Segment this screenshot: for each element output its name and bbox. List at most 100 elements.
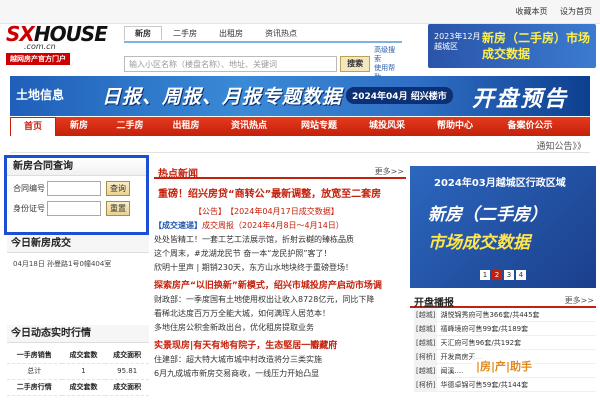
today-stats-title: 今日动态实时行情: [7, 325, 149, 343]
id-number-input[interactable]: [47, 200, 101, 216]
search-tab-rent[interactable]: 出租房: [208, 26, 254, 40]
main-nav: 首页 新房 二手房 出租房 资讯热点 网站专题 城投风采 帮助中心 备案价公示: [10, 117, 590, 136]
today-deals-panel: 今日新房成交 04月18日 孙曼路1号0幢404室: [7, 235, 149, 315]
news-item[interactable]: 6月九成城市新房交易商收，一线压力开始凸显: [154, 368, 406, 379]
top-strip: 收藏本页 设为首页: [0, 0, 600, 24]
table-header-cell: 成交套数: [61, 379, 106, 396]
table-header-cell: 成交套数: [61, 347, 106, 364]
banner-date: 2024年04月 绍兴楼市: [346, 87, 453, 104]
district-label: [柯桥]: [414, 350, 438, 364]
hot-news-panel: 热点新闻 更多>> 重磅！绍兴房贷“商转公”最新调整，放宽至二套房 【公告】 【…: [154, 163, 406, 400]
table-header-cell: 成交面积: [105, 379, 149, 396]
hot-news-header: 热点新闻 更多>>: [154, 163, 406, 180]
opening-broadcast-title: 开盘播报: [414, 298, 454, 309]
nav-news[interactable]: 资讯热点: [214, 117, 284, 136]
nav-price-filing[interactable]: 备案价公示: [490, 117, 570, 136]
slider-page-1[interactable]: 1: [480, 270, 490, 280]
banner-opening: 开盘预告: [472, 87, 569, 112]
top-ad-banner[interactable]: 2023年12月 越城区 新房（二手房）市场 成交数据: [428, 24, 596, 68]
site-logo[interactable]: SXHOUSE .com.cn 越网房产官方门户: [6, 22, 116, 68]
news-item[interactable]: 看稀北达度百万万全能大城，如何满珲人居范本！: [154, 308, 406, 319]
opening-broadcast-more-link[interactable]: 更多>>: [565, 295, 594, 306]
watermark: |房|产|助手: [472, 356, 537, 376]
news-subheadline[interactable]: 探索房产“以旧换新”新模式，绍兴市城投房产启动市场调: [154, 278, 406, 291]
list-item-text: 湖悦锦秀府可售366套/共445套: [440, 311, 540, 319]
slider-pager: 1 2 3 4: [480, 270, 528, 280]
table-cell: 95.81: [105, 363, 149, 380]
logo-slogan: 越网房产官方门户: [6, 53, 70, 65]
right-ad-title-1: 新房（二手房）: [428, 205, 547, 225]
slider-page-4[interactable]: 4: [516, 270, 526, 280]
news-subheadline[interactable]: 实景现房|有天有地有院子，生态堅居一瓣藏府: [154, 338, 406, 351]
reset-button[interactable]: 重置: [106, 200, 130, 216]
table-row: 一手房销售 成交套数 成交面积: [7, 347, 149, 364]
slider-page-2[interactable]: 2: [492, 270, 502, 280]
list-item[interactable]: [越城] 天汇府可售96套/共192套: [414, 336, 596, 350]
table-header-cell: 一手房销售: [7, 347, 62, 364]
search-tab-new[interactable]: 新房: [124, 26, 162, 40]
nav-home[interactable]: 首页: [10, 117, 56, 136]
news-item[interactable]: 住建部：超大特大城市城中村改造将分三类实施: [154, 354, 406, 365]
id-number-row: 身份证号 重置: [13, 200, 146, 216]
news-headline[interactable]: 重磅！绍兴房贷“商转公”最新调整，放宽至二套房: [158, 185, 406, 200]
page: 收藏本页 设为首页 SXHOUSE .com.cn 越网房产官方门户 新房 二手…: [0, 0, 600, 400]
opening-broadcast-panel: 开盘播报 更多>> [越城] 湖悦锦秀府可售366套/共445套 [越城] 禧峰境府…: [410, 292, 596, 400]
list-item[interactable]: [越城] 湖悦锦秀府可售366套/共445套: [414, 308, 596, 322]
search-input[interactable]: 输入小区名称（楼盘名称）、地址、关键词: [124, 56, 338, 72]
main-banner[interactable]: 土地信息 日报、周报、月报专题数据 2024年04月 绍兴楼市 开盘预告: [10, 76, 590, 116]
hot-news-title: 热点新闻: [158, 169, 198, 180]
set-homepage-link[interactable]: 设为首页: [560, 7, 592, 16]
table-header-cell: 二手房行情: [7, 379, 62, 396]
search-tab-second[interactable]: 二手房: [162, 26, 208, 40]
query-button[interactable]: 查询: [106, 180, 130, 196]
nav-second-hand[interactable]: 二手房: [102, 117, 158, 136]
banner-land-info: 土地信息: [16, 88, 65, 102]
news-subline[interactable]: 【公告】 【2024年04月17日成交数据】: [194, 206, 406, 217]
list-item-text: 禧峰境府可售99套/共189套: [440, 325, 529, 333]
news-item[interactable]: 财政部：一季度国有土地使用权出让收入8728亿元，同比下降: [154, 294, 406, 305]
district-label: [柯桥]: [414, 378, 438, 392]
today-stats-panel: 今日动态实时行情 一手房销售 成交套数 成交面积 总计 1 95.81 二手房行…: [7, 325, 149, 400]
search-tabs: 新房 二手房 出租房 资讯热点: [124, 26, 402, 40]
opening-broadcast-header: 开盘播报 更多>>: [410, 292, 596, 309]
hot-news-more-link[interactable]: 更多>>: [375, 166, 404, 177]
advanced-search-link[interactable]: 高级搜索: [374, 46, 402, 64]
stats-table: 一手房销售 成交套数 成交面积 总计 1 95.81 二手房行情 成交套数 成交…: [7, 347, 149, 396]
banner-reports: 日报、周报、月报专题数据: [102, 86, 343, 108]
top-ad-title: 新房（二手房）市场 成交数据: [482, 31, 591, 61]
news-item[interactable]: 欣明十里声 | 期销230天，东方山水地块终于重磅登场！: [154, 262, 406, 273]
list-item-text: 闻溪....: [440, 367, 464, 375]
right-ad-year: 2024年03月越城区行政区域: [434, 178, 566, 189]
notice-bar: 通知公告》》: [10, 137, 590, 153]
news-item[interactable]: 多地住房公积金新政出台，优化租房提取业务: [154, 322, 406, 333]
news-item[interactable]: 这个周末，#龙湖龙民节 奋一本“龙民护照”客了！: [154, 248, 406, 259]
contract-number-row: 合同编号 查询: [13, 180, 146, 196]
contract-number-input[interactable]: [47, 180, 101, 196]
today-deal-item[interactable]: 04月18日 孙曼路1号0幢404室: [13, 259, 149, 269]
search-button[interactable]: 搜索: [340, 56, 371, 72]
notice-link[interactable]: 通知公告》》: [536, 139, 586, 152]
nav-help[interactable]: 帮助中心: [420, 117, 490, 136]
news-item[interactable]: 【成交速递】成交周报（2024年4月8日～4月14日）: [154, 220, 406, 231]
news-item[interactable]: 处处皆精工！一套工艺工法展示馆，折射云樾的臻栋品质: [154, 234, 406, 245]
nav-new-homes[interactable]: 新房: [56, 117, 102, 136]
right-ad-title-2: 市场成交数据: [428, 233, 530, 253]
list-item[interactable]: [柯桥] 华德卓锦可售59套/共144套: [414, 378, 596, 392]
nav-chengtou[interactable]: 城投风采: [354, 117, 420, 136]
bookmark-link[interactable]: 收藏本页: [515, 7, 547, 16]
top-links: 收藏本页 设为首页: [505, 6, 592, 17]
logo-wordmark: SXHOUSE: [6, 22, 108, 46]
right-ad-slider[interactable]: 2024年03月越城区行政区域 新房（二手房） 市场成交数据 1 2 3 4: [410, 166, 596, 288]
nav-rentals[interactable]: 出租房: [158, 117, 214, 136]
id-number-label: 身份证号: [13, 203, 45, 213]
contract-query-panel: 新房合同查询 合同编号 查询 身份证号 重置: [4, 155, 149, 235]
table-cell: 总计: [7, 363, 62, 380]
table-header-cell: 成交面积: [105, 347, 149, 364]
contract-number-label: 合同编号: [13, 183, 45, 193]
contract-query-title: 新房合同查询: [7, 158, 146, 176]
slider-page-3[interactable]: 3: [504, 270, 514, 280]
list-item[interactable]: [越城] 禧峰境府可售99套/共189套: [414, 322, 596, 336]
district-label: [越城]: [414, 364, 438, 378]
search-tab-news[interactable]: 资讯热点: [254, 26, 308, 40]
nav-topics[interactable]: 网站专题: [284, 117, 354, 136]
